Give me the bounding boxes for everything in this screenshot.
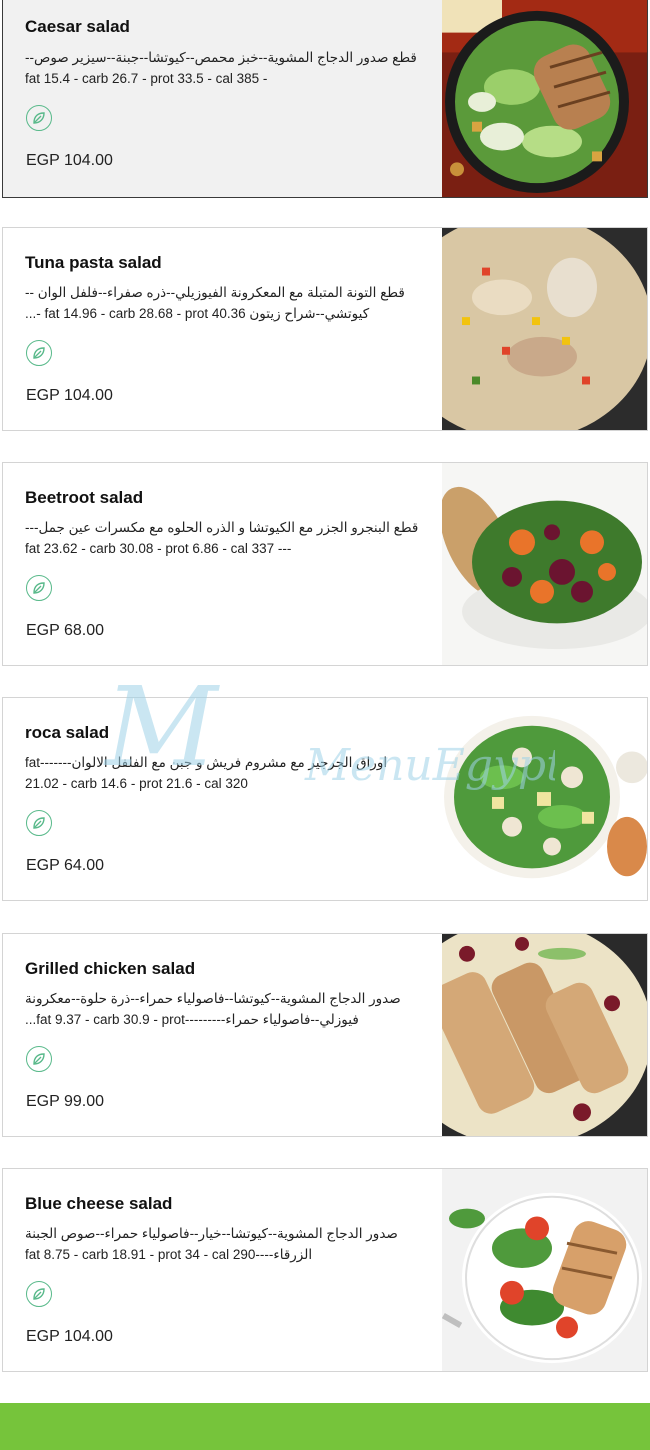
menu-item-info: Beetroot salad قطع البنجرو الجزر مع الكي… bbox=[25, 463, 425, 665]
blue-cheese-salad-photo bbox=[442, 1169, 647, 1371]
roca-salad-photo bbox=[442, 698, 647, 900]
menu-item-info: Caesar salad قطع صدور الدجاج المشوية--خب… bbox=[25, 0, 425, 197]
menu-item-title: Blue cheese salad bbox=[25, 1194, 173, 1213]
menu-item-card[interactable]: Beetroot salad قطع البنجرو الجزر مع الكي… bbox=[2, 462, 648, 666]
grilled-chicken-salad-photo bbox=[442, 934, 647, 1136]
leaf-icon bbox=[26, 340, 52, 366]
menu-item-description: صدور الدجاج المشوية--كيوتشا--خيار--فاصول… bbox=[25, 1226, 398, 1262]
leaf-icon bbox=[26, 1281, 52, 1307]
menu-item-card[interactable]: Caesar salad قطع صدور الدجاج المشوية--خب… bbox=[2, 0, 648, 198]
beetroot-salad-photo bbox=[442, 463, 647, 665]
menu-item-price: EGP 68.00 bbox=[26, 622, 104, 639]
footer-bar bbox=[0, 1403, 650, 1450]
menu-item-price: EGP 99.00 bbox=[26, 1093, 104, 1110]
menu-item-card[interactable]: Grilled chicken salad صدور الدجاج المشوي… bbox=[2, 933, 648, 1137]
menu-item-price: EGP 104.00 bbox=[26, 387, 113, 404]
menu-item-price: EGP 104.00 bbox=[26, 152, 113, 169]
menu-item-info: Grilled chicken salad صدور الدجاج المشوي… bbox=[25, 934, 425, 1136]
menu-item-card[interactable]: Blue cheese salad صدور الدجاج المشوية--ك… bbox=[2, 1168, 648, 1372]
menu-item-description: قطع صدور الدجاج المشوية--خبز محمص--كيوتش… bbox=[25, 50, 417, 86]
caesar-salad-photo bbox=[442, 0, 647, 197]
menu-item-card[interactable]: Tuna pasta salad قطع التونة المتبلة مع ا… bbox=[2, 227, 648, 431]
menu-item-info: Blue cheese salad صدور الدجاج المشوية--ك… bbox=[25, 1169, 425, 1371]
menu-item-title: roca salad bbox=[25, 723, 110, 742]
menu-item-info: Tuna pasta salad قطع التونة المتبلة مع ا… bbox=[25, 228, 425, 430]
leaf-icon bbox=[26, 105, 52, 131]
menu-item-title: Grilled chicken salad bbox=[25, 959, 196, 978]
menu-item-description: قطع البنجرو الجزر مع الكيوتشا و الذره ال… bbox=[25, 520, 419, 556]
leaf-icon bbox=[26, 1046, 52, 1072]
menu-item-title: Tuna pasta salad bbox=[25, 253, 162, 272]
menu-item-info: roca salad اوراق الجرجير مع مشروم فريش و… bbox=[25, 698, 425, 900]
menu-item-price: EGP 104.00 bbox=[26, 1328, 113, 1345]
menu-item-title: Caesar salad bbox=[25, 17, 130, 36]
menu-item-description: صدور الدجاج المشوية--كيوتشا--فاصولياء حم… bbox=[25, 991, 401, 1027]
menu-item-title: Beetroot salad bbox=[25, 488, 144, 507]
leaf-icon bbox=[26, 810, 52, 836]
menu-item-price: EGP 64.00 bbox=[26, 857, 104, 874]
menu-item-card[interactable]: roca salad اوراق الجرجير مع مشروم فريش و… bbox=[2, 697, 648, 901]
menu-item-description: قطع التونة المتبلة مع المعكرونة الفيوزيل… bbox=[25, 285, 405, 321]
leaf-icon bbox=[26, 575, 52, 601]
tuna-pasta-salad-photo bbox=[442, 228, 647, 430]
menu-item-description: اوراق الجرجير مع مشروم فريش و جبن مع الف… bbox=[25, 755, 388, 791]
